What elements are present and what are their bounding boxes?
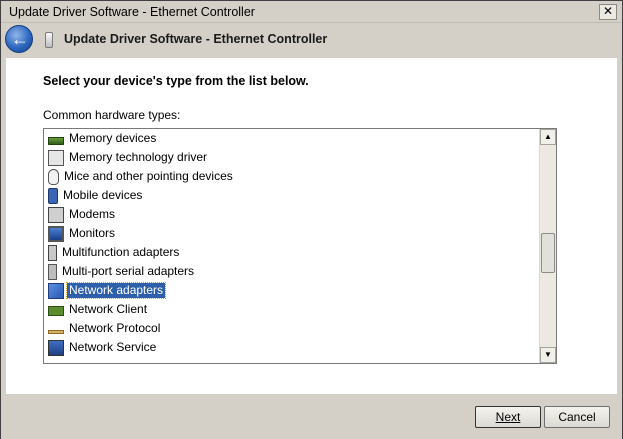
vertical-scrollbar[interactable]: ▲ ▼ xyxy=(539,129,556,363)
list-item[interactable]: Multi-port serial adapters xyxy=(44,262,540,281)
list-item-label: Memory technology driver xyxy=(69,150,208,164)
list-item-label: Memory devices xyxy=(69,131,157,145)
network-protocol-icon xyxy=(48,329,64,334)
update-driver-window: Update Driver Software - Ethernet Contro… xyxy=(0,0,623,439)
list-item[interactable]: Network Service xyxy=(44,338,540,357)
next-button[interactable]: Next xyxy=(475,406,541,428)
list-item-label: Multifunction adapters xyxy=(62,245,180,259)
memory-tech-icon xyxy=(48,149,64,166)
wizard-header: ← Update Driver Software - Ethernet Cont… xyxy=(1,23,622,57)
list-item[interactable]: Network Client xyxy=(44,300,540,319)
back-button[interactable]: ← xyxy=(5,25,33,53)
list-item[interactable]: Memory technology driver xyxy=(44,148,540,167)
window-title: Update Driver Software - Ethernet Contro… xyxy=(9,5,255,19)
scroll-down-button[interactable]: ▼ xyxy=(540,347,556,363)
close-button[interactable]: ✕ xyxy=(599,4,617,20)
scroll-thumb[interactable] xyxy=(541,233,555,273)
wizard-footer: Next Cancel xyxy=(1,395,622,439)
device-icon xyxy=(45,32,53,48)
list-item-label: Multi-port serial adapters xyxy=(62,264,195,278)
multifunction-icon xyxy=(48,244,57,261)
title-bar[interactable]: Update Driver Software - Ethernet Contro… xyxy=(1,1,622,23)
mobile-icon xyxy=(48,187,58,204)
list-item[interactable]: Multifunction adapters xyxy=(44,243,540,262)
list-item-label: Modems xyxy=(69,207,116,221)
scroll-up-button[interactable]: ▲ xyxy=(540,129,556,145)
list-item[interactable]: Monitors xyxy=(44,224,540,243)
list-item-label: Mobile devices xyxy=(63,188,143,202)
monitor-icon xyxy=(48,225,64,242)
wizard-title: Update Driver Software - Ethernet Contro… xyxy=(64,32,328,46)
list-item[interactable]: Modems xyxy=(44,205,540,224)
list-items: Memory devices Memory technology driver Mi… xyxy=(44,129,540,357)
network-client-icon xyxy=(48,306,64,316)
back-arrow-icon: ← xyxy=(11,29,29,49)
list-item[interactable]: Mobile devices xyxy=(44,186,540,205)
list-item-label: Network Service xyxy=(69,340,157,354)
hardware-type-list[interactable]: Memory devices Memory technology driver Mi… xyxy=(43,128,557,364)
list-item[interactable]: Network Protocol xyxy=(44,319,540,338)
modem-icon xyxy=(48,206,64,223)
cancel-button[interactable]: Cancel xyxy=(544,406,610,428)
instruction-text: Select your device's type from the list … xyxy=(43,74,309,88)
network-adapter-icon xyxy=(48,282,64,299)
list-label: Common hardware types: xyxy=(43,108,181,122)
list-item[interactable]: Network adapters xyxy=(44,281,540,300)
list-item[interactable]: Mice and other pointing devices xyxy=(44,167,540,186)
serial-icon xyxy=(48,263,57,280)
list-item-label: Network Client xyxy=(69,302,148,316)
next-button-label: Next xyxy=(495,410,521,424)
content-pane: Select your device's type from the list … xyxy=(6,58,617,394)
network-service-icon xyxy=(48,339,64,356)
memory-icon xyxy=(48,136,64,145)
list-item-label: Monitors xyxy=(69,226,116,240)
mouse-icon xyxy=(48,168,59,185)
list-item-label: Network adapters xyxy=(65,282,167,299)
list-item-label: Network Protocol xyxy=(69,321,161,335)
list-item-label: Mice and other pointing devices xyxy=(64,169,233,183)
list-item[interactable]: Memory devices xyxy=(44,129,540,148)
